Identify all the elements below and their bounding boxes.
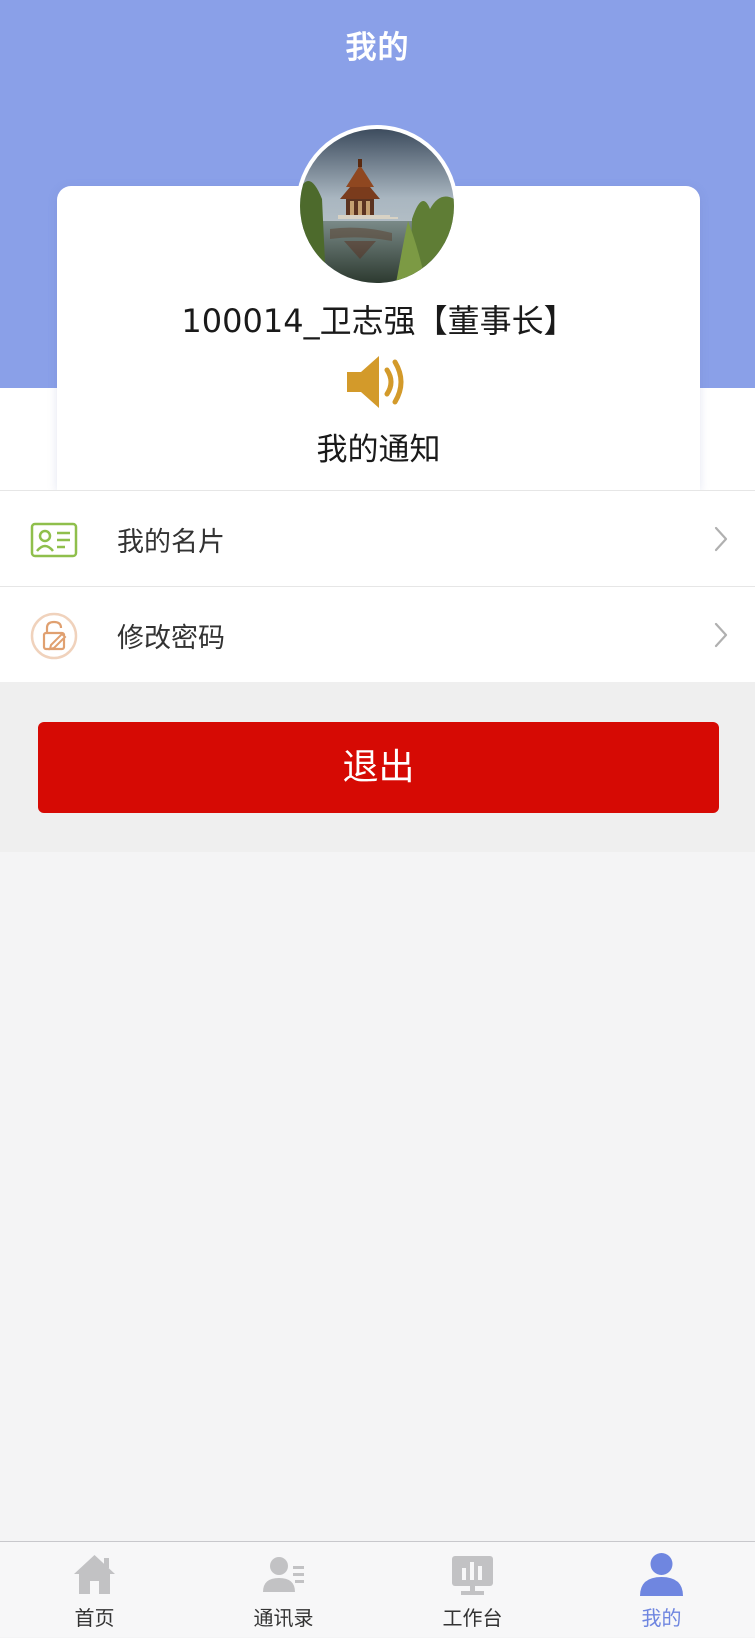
avatar[interactable] <box>296 125 458 287</box>
tab-contacts[interactable]: 通讯录 <box>189 1542 378 1638</box>
lock-edit-icon <box>30 612 78 660</box>
page-title: 我的 <box>345 30 410 66</box>
id-card-icon <box>30 522 78 558</box>
tab-mine[interactable]: 我的 <box>567 1542 755 1638</box>
tab-label: 首页 <box>74 1606 115 1630</box>
menu-item-label: 修改密码 <box>117 623 225 654</box>
tab-workbench[interactable]: 工作台 <box>378 1542 567 1638</box>
tab-label: 我的 <box>641 1606 682 1630</box>
menu-item-label: 我的名片 <box>117 527 225 558</box>
tab-bar: 首页 通讯录 工作台 我的 <box>0 1541 755 1637</box>
logout-button[interactable]: 退出 <box>38 722 719 813</box>
workbench-icon <box>452 1556 493 1595</box>
notification-label[interactable]: 我的通知 <box>57 424 700 469</box>
user-name: 100014_卫志强【董事长】 <box>181 302 576 340</box>
logout-area: 退出 <box>0 682 755 852</box>
speaker-icon[interactable] <box>345 352 411 412</box>
menu-item-change-password[interactable]: 修改密码 <box>0 586 755 682</box>
chevron-right-icon <box>714 622 728 648</box>
tab-label: 通讯录 <box>253 1606 314 1630</box>
tab-home[interactable]: 首页 <box>0 1542 189 1638</box>
tab-label: 工作台 <box>442 1606 503 1630</box>
pavilion-photo-icon <box>300 129 454 283</box>
chevron-right-icon <box>714 526 728 552</box>
menu-list: 我的名片 修改密码 <box>0 490 755 682</box>
person-icon <box>640 1553 683 1596</box>
home-icon <box>74 1555 115 1594</box>
menu-item-business-card[interactable]: 我的名片 <box>0 490 755 586</box>
contacts-icon <box>263 1557 304 1592</box>
